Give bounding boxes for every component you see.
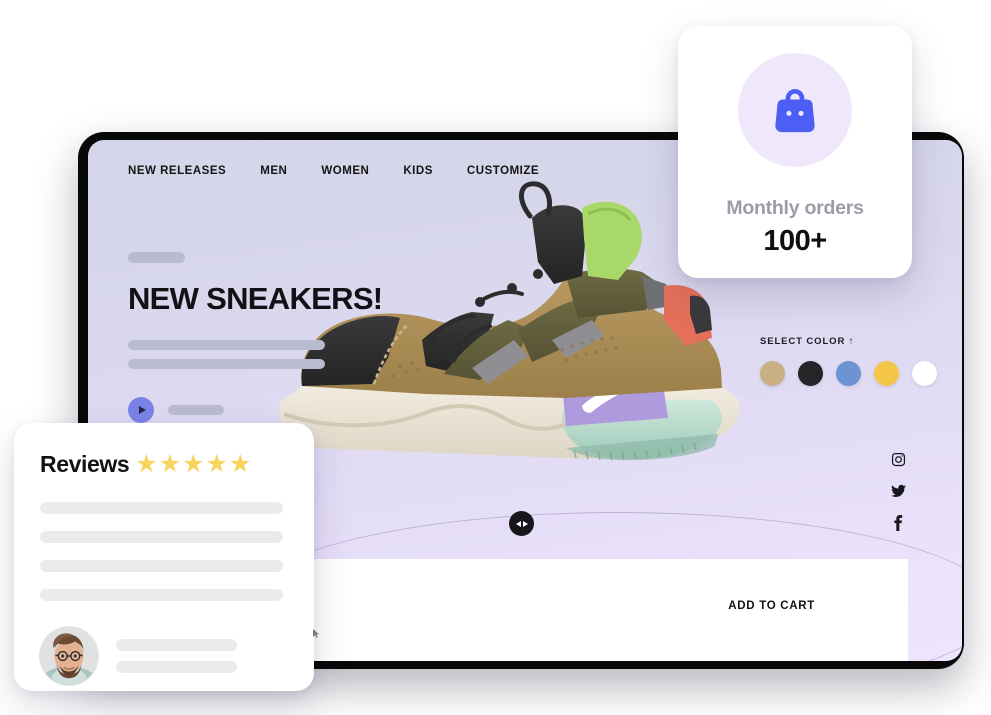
hero-play-row [128, 396, 448, 423]
star-icon: ★ [182, 450, 205, 478]
swatch-blue[interactable] [836, 361, 861, 386]
reviews-card: Reviews ★ ★ ★ ★ ★ [14, 423, 314, 691]
hero-section: NEW SNEAKERS! [128, 252, 448, 423]
site-navigation: NEW RELEASES MEN WOMEN KIDS CUSTOMIZE [128, 165, 539, 177]
swatch-black[interactable] [798, 361, 823, 386]
star-icon: ★ [158, 450, 182, 478]
add-to-cart-button[interactable]: ADD TO CART [728, 600, 815, 612]
play-icon[interactable] [128, 396, 154, 423]
facebook-icon[interactable] [894, 515, 903, 531]
color-swatch-list [760, 361, 937, 386]
screenshot-root: NEW RELEASES MEN WOMEN KIDS CUSTOMIZE NE… [0, 0, 991, 715]
reviews-header: Reviews ★ ★ ★ ★ ★ [40, 451, 288, 478]
hero-eyebrow-placeholder [128, 252, 185, 263]
review-text-placeholder-4 [40, 589, 283, 601]
play-triangle-icon [138, 405, 146, 414]
swatch-tan[interactable] [760, 361, 785, 386]
shopping-bag-icon [775, 89, 815, 133]
nav-women[interactable]: WOMEN [321, 165, 369, 177]
rating-stars: ★ ★ ★ ★ ★ [135, 452, 251, 477]
shopping-bag-icon-circle [738, 53, 852, 167]
swatch-yellow[interactable] [874, 361, 899, 386]
reviewer-name-placeholder-1 [116, 639, 237, 651]
star-icon: ★ [205, 450, 228, 478]
page-title: NEW SNEAKERS! [128, 281, 383, 316]
select-color-label: SELECT COLOR ↑ [760, 336, 855, 347]
monthly-orders-value: 100+ [763, 225, 827, 257]
instagram-icon[interactable] [891, 452, 906, 467]
monthly-orders-card: Monthly orders 100+ [678, 26, 912, 278]
reviewer-name-placeholders [116, 639, 237, 673]
left-arrow-icon [515, 520, 521, 527]
nav-new-releases[interactable]: NEW RELEASES [128, 165, 226, 177]
reviewer-avatar [40, 627, 98, 685]
right-arrow-icon [522, 520, 528, 527]
reviewer-row [40, 627, 288, 685]
star-icon: ★ [135, 450, 158, 478]
carousel-arrows-button[interactable] [509, 511, 534, 536]
swatch-white[interactable] [912, 361, 937, 386]
nav-men[interactable]: MEN [260, 165, 287, 177]
nav-kids[interactable]: KIDS [403, 165, 433, 177]
review-text-placeholder-1 [40, 502, 283, 514]
reviewer-name-placeholder-2 [116, 661, 237, 673]
social-links [891, 452, 906, 531]
nav-customize[interactable]: CUSTOMIZE [467, 165, 539, 177]
color-picker: SELECT COLOR ↑ [760, 336, 937, 386]
review-text-placeholder-2 [40, 531, 283, 543]
star-icon: ★ [228, 450, 252, 478]
hero-body-placeholder-2 [128, 358, 325, 369]
hero-body-placeholder-1 [128, 339, 325, 350]
play-label-placeholder [168, 404, 224, 415]
review-text-placeholder-3 [40, 560, 283, 572]
reviews-title: Reviews [40, 451, 130, 477]
twitter-icon[interactable] [891, 484, 906, 498]
monthly-orders-label: Monthly orders [726, 197, 864, 219]
